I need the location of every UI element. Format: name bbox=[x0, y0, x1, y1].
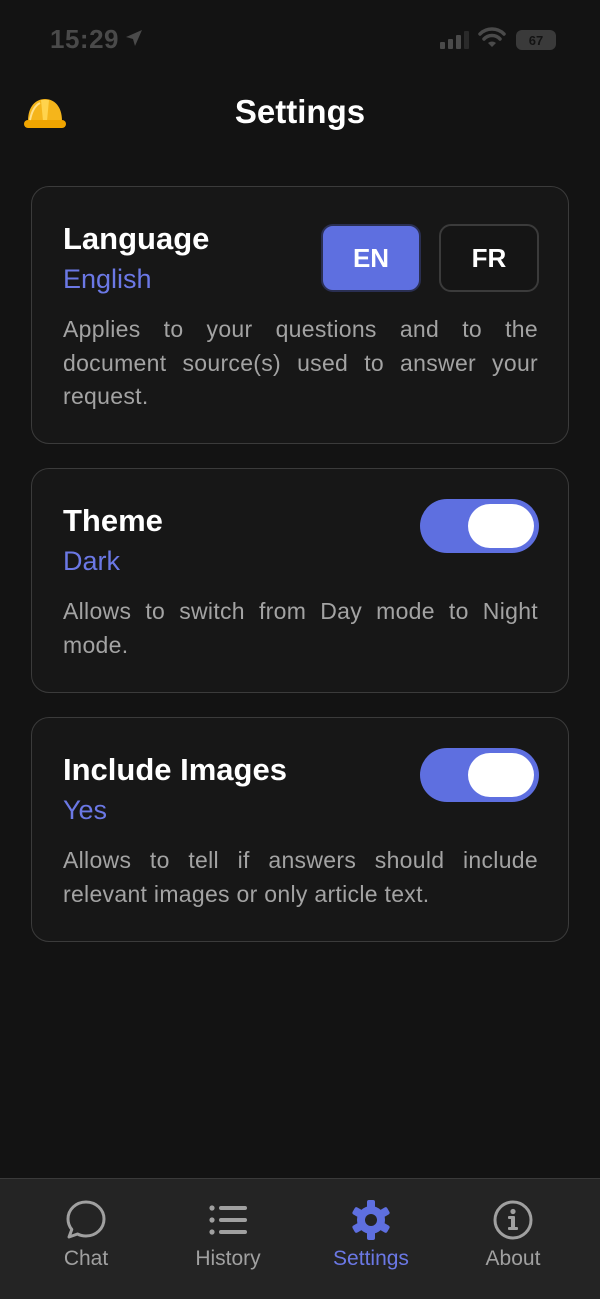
include-images-card: Include Images Yes Allows to tell if ans… bbox=[31, 717, 569, 942]
tab-bar: Chat History Settings About bbox=[0, 1178, 600, 1299]
language-description: Applies to your questions and to the doc… bbox=[63, 316, 538, 409]
language-value: English bbox=[63, 264, 152, 294]
include-images-value: Yes bbox=[63, 795, 108, 825]
settings-screen: 15:29 67 Settings Language English EN FR… bbox=[0, 0, 600, 1299]
tab-about[interactable]: About bbox=[438, 1179, 588, 1299]
language-title: Language bbox=[63, 221, 210, 256]
status-bar: 15:29 67 bbox=[0, 0, 600, 80]
info-icon bbox=[493, 1200, 533, 1240]
theme-toggle[interactable] bbox=[420, 499, 539, 553]
tab-chat[interactable]: Chat bbox=[11, 1179, 161, 1299]
page-title: Settings bbox=[234, 93, 366, 130]
theme-description: Allows to switch from Day mode to Night … bbox=[63, 598, 538, 658]
battery-indicator: 67 bbox=[516, 30, 556, 50]
list-icon bbox=[209, 1205, 247, 1235]
gear-icon bbox=[352, 1200, 390, 1240]
tab-history[interactable]: History bbox=[153, 1179, 303, 1299]
theme-toggle-knob bbox=[468, 504, 534, 548]
include-images-title: Include Images bbox=[63, 752, 287, 787]
cellular-signal-icon bbox=[440, 31, 469, 49]
tab-history-label: History bbox=[195, 1247, 261, 1270]
theme-title: Theme bbox=[63, 503, 163, 538]
include-images-toggle-knob bbox=[468, 753, 534, 797]
wifi-icon bbox=[478, 27, 506, 47]
theme-value: Dark bbox=[63, 546, 121, 576]
language-en-button[interactable]: EN bbox=[321, 224, 421, 292]
language-fr-button[interactable]: FR bbox=[439, 224, 539, 292]
language-card: Language English EN FR Applies to your q… bbox=[31, 186, 569, 444]
location-arrow-icon bbox=[126, 30, 142, 46]
tab-settings-label: Settings bbox=[333, 1247, 409, 1270]
theme-card: Theme Dark Allows to switch from Day mod… bbox=[31, 468, 569, 693]
status-time: 15:29 bbox=[50, 24, 119, 54]
include-images-toggle[interactable] bbox=[420, 748, 539, 802]
tab-settings[interactable]: Settings bbox=[296, 1179, 446, 1299]
tab-about-label: About bbox=[485, 1247, 541, 1270]
include-images-description: Allows to tell if answers should include… bbox=[63, 847, 538, 907]
tab-chat-label: Chat bbox=[63, 1247, 109, 1270]
chat-bubble-icon bbox=[66, 1200, 106, 1239]
